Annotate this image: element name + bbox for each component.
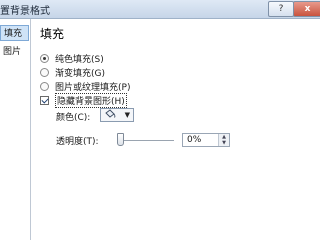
section-title: 填充 <box>40 27 65 41</box>
hide-background-option[interactable]: 隐藏背景图形(H) <box>40 92 127 108</box>
sidebar: 填充 图片 <box>0 19 31 240</box>
picture-fill-option[interactable]: 图片或纹理填充(P) <box>40 80 131 93</box>
window-title: 置背景格式 <box>0 6 50 17</box>
close-button[interactable]: x <box>293 1 320 17</box>
solid-fill-label: 纯色填充(S) <box>55 54 104 65</box>
radio-solid-fill[interactable] <box>40 53 49 63</box>
solid-fill-option[interactable]: 纯色填充(S) <box>40 52 104 65</box>
radio-gradient-fill[interactable] <box>40 67 49 77</box>
transparency-slider-track[interactable] <box>120 140 174 141</box>
help-button[interactable]: ? <box>268 1 294 17</box>
title-bar: 置背景格式 ? x <box>0 0 320 19</box>
color-label: 颜色(C): <box>56 113 91 123</box>
paint-bucket-icon <box>104 108 116 122</box>
transparency-input[interactable]: 0% ▲ ▼ <box>182 133 230 147</box>
hide-background-checkbox[interactable] <box>40 95 49 105</box>
spin-arrows-icon[interactable]: ▲ ▼ <box>218 134 229 146</box>
sidebar-item-fill[interactable]: 填充 <box>0 25 29 41</box>
transparency-value: 0% <box>187 135 202 145</box>
picture-fill-label: 图片或纹理填充(P) <box>55 82 131 93</box>
transparency-slider-thumb[interactable] <box>117 133 124 146</box>
sidebar-item-picture[interactable]: 图片 <box>0 44 29 60</box>
color-picker-button[interactable]: ▼ <box>100 108 134 122</box>
radio-picture-fill[interactable] <box>40 81 49 91</box>
gradient-fill-option[interactable]: 渐变填充(G) <box>40 66 105 79</box>
chevron-down-icon: ▼ <box>124 111 130 119</box>
hide-background-label: 隐藏背景图形(H) <box>55 92 127 108</box>
transparency-label: 透明度(T): <box>56 137 99 147</box>
gradient-fill-label: 渐变填充(G) <box>55 68 105 79</box>
